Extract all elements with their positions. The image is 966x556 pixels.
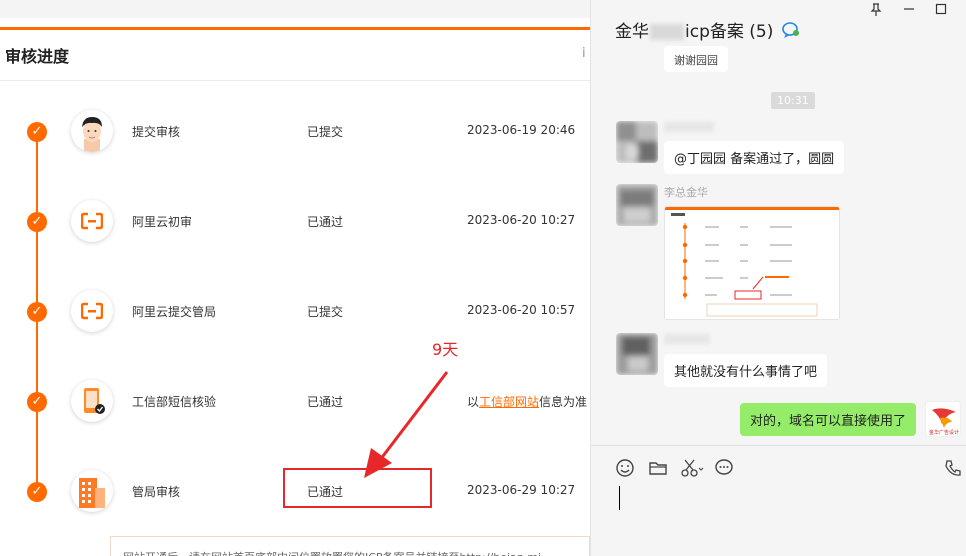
step-submit: ✓ 提交审核 已提交 2023-06-19 20:46 [0, 110, 590, 156]
accent-line [0, 27, 590, 30]
self-avatar[interactable]: 金华广告设计 [925, 401, 961, 437]
step-status: 已通过 [307, 215, 344, 229]
pin-icon[interactable] [867, 3, 885, 19]
check-icon: ✓ [27, 392, 47, 412]
avatar[interactable] [616, 121, 658, 163]
phone-verify-icon [71, 380, 113, 422]
step-time: 2023-06-20 10:57 [467, 303, 576, 317]
chat-window: 金华 icp备案 (5) 谢谢园园 10:31 @丁园园 备案通过了，圆圆 李总金… [590, 0, 966, 556]
image-message[interactable] [664, 206, 840, 320]
phone-call-icon[interactable] [943, 458, 965, 478]
miit-link[interactable]: 工信部网站 [479, 395, 539, 409]
message-bubble: 其他就没有什么事情了吧 [664, 354, 828, 387]
message-bubble: @丁园园 备案通过了，圆圆 [664, 141, 845, 174]
folder-icon[interactable] [648, 458, 668, 478]
avatar[interactable] [616, 333, 658, 375]
maximize-icon[interactable] [932, 3, 950, 19]
top-band [0, 0, 590, 18]
message-bubble-partial: 谢谢园园 [664, 46, 728, 72]
group-chat-icon [781, 21, 801, 44]
sender-name-redacted [664, 122, 714, 132]
bottom-tip: 网站开通后，请在网站首页底部中间位置放置您的ICP备案号并链接至http://b… [110, 536, 590, 556]
step-aliyun-review: ✓ 阿里云初审 已通过 2023-06-20 10:27 [0, 200, 590, 246]
step-name: 工信部短信核验 [132, 395, 217, 409]
redacted-text [650, 24, 684, 40]
check-icon: ✓ [27, 482, 47, 502]
step-status: 已通过 [307, 395, 344, 409]
step-submit-bureau: ✓ 阿里云提交管局 已提交 2023-06-20 10:57 [0, 290, 590, 336]
step-time: 以工信部网站信息为准 [467, 395, 588, 409]
aliyun-logo-icon [71, 290, 113, 332]
check-icon: ✓ [27, 302, 47, 322]
scissors-icon[interactable] [680, 458, 706, 478]
highlight-box [283, 468, 432, 508]
check-icon: ✓ [27, 122, 47, 142]
minimize-icon[interactable] [900, 3, 918, 19]
step-name: 阿里云初审 [132, 215, 193, 229]
time-stamp: 10:31 [771, 92, 815, 109]
svg-text:金华广告设计: 金华广告设计 [929, 429, 959, 436]
sender-name-redacted [664, 334, 710, 344]
progress-panel: 审核进度 i ✓ 提交审核 已提交 2023-06-19 20:46 ✓ 阿里云… [0, 0, 590, 556]
step-status: 已提交 [307, 305, 344, 319]
aliyun-logo-icon [71, 200, 113, 242]
step-sms-verify: ✓ 工信部短信核验 已通过 以工信部网站信息为准 [0, 380, 590, 426]
chat-title: 金华 icp备案 (5) [615, 17, 801, 44]
step-time: 2023-06-19 20:46 [467, 123, 576, 137]
step-time: 2023-06-29 10:27 [467, 483, 576, 497]
chat-bubble-icon[interactable] [714, 458, 734, 478]
step-status: 已提交 [307, 125, 344, 139]
self-message-bubble: 对的，域名可以直接使用了 [739, 403, 916, 436]
divider [0, 80, 590, 81]
header-truncated-text: i [582, 46, 586, 61]
text-cursor [619, 486, 620, 510]
person-avatar-icon [71, 110, 113, 152]
step-name: 阿里云提交管局 [132, 305, 217, 319]
emoji-icon[interactable] [615, 458, 635, 478]
check-icon: ✓ [27, 212, 47, 232]
page-title: 审核进度 [5, 47, 70, 66]
building-icon [71, 470, 113, 512]
avatar[interactable] [616, 184, 658, 226]
sender-name: 李总金华 [664, 186, 708, 199]
step-name: 管局审核 [132, 485, 181, 499]
step-time: 2023-06-20 10:27 [467, 213, 576, 227]
annotation-days: 9天 [432, 340, 459, 359]
step-name: 提交审核 [132, 125, 181, 139]
composer[interactable] [591, 445, 966, 556]
